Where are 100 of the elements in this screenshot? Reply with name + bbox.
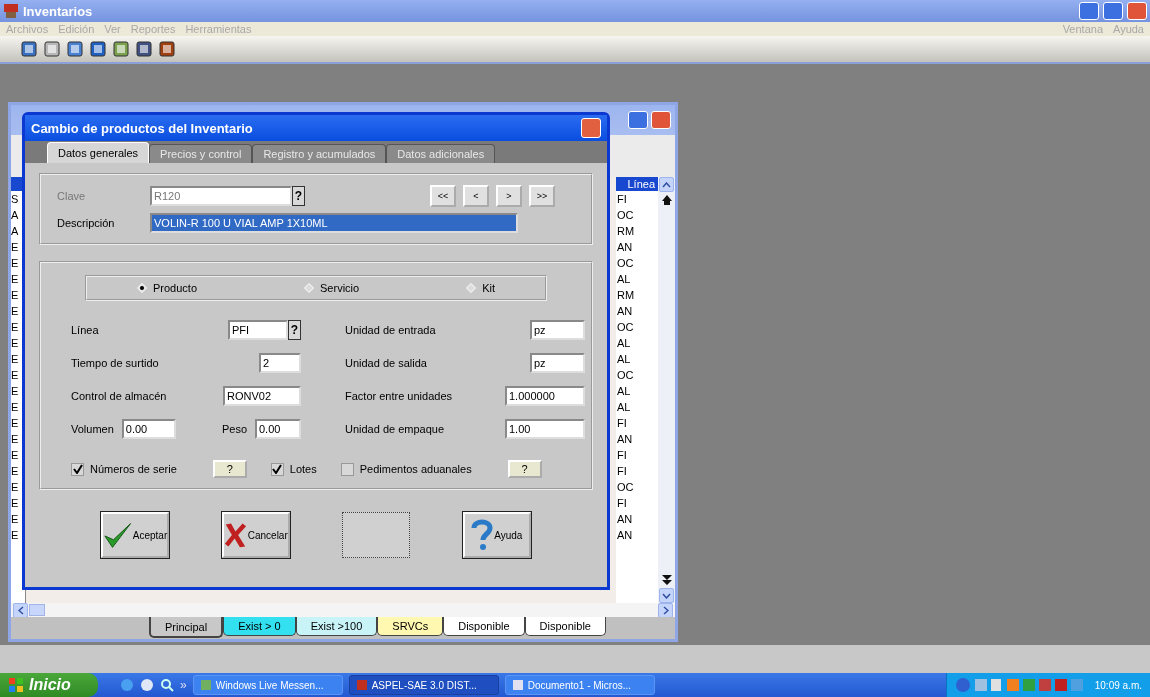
scroll-thumb[interactable] xyxy=(29,604,45,616)
radio-label[interactable]: Kit xyxy=(482,282,495,294)
close-button[interactable] xyxy=(581,118,601,138)
table-cell-text: S xyxy=(11,192,20,207)
input-field[interactable]: pz xyxy=(530,320,585,340)
app-icon xyxy=(355,679,368,691)
question-icon xyxy=(471,519,494,551)
checkbox[interactable] xyxy=(270,462,284,476)
table-cell-text: OC xyxy=(616,368,635,383)
table-cell-text: OC xyxy=(616,256,635,271)
action-button[interactable]: Ayuda xyxy=(462,512,531,558)
nav-button[interactable]: << xyxy=(430,185,456,207)
column-header[interactable]: Línea xyxy=(616,177,658,191)
sheet-tab[interactable]: Disponible xyxy=(524,617,606,636)
field-label: Línea xyxy=(71,324,99,336)
table-cell-text: AN xyxy=(616,512,634,527)
table-cell-text: E xyxy=(11,240,20,255)
input-field[interactable]: VOLIN-R 100 U VIAL AMP 1X10ML xyxy=(150,213,518,233)
scroll-down-button[interactable] xyxy=(659,588,674,603)
table-cell-text: AN xyxy=(616,304,634,319)
table-cell-text: A xyxy=(11,224,20,239)
checkbox-label[interactable]: Pedimentos aduanales xyxy=(359,463,472,475)
input-field[interactable]: 2 xyxy=(259,353,301,373)
nav-button[interactable]: > xyxy=(496,185,522,207)
table-cell-text: E xyxy=(11,256,20,271)
taskbar-button[interactable]: Documento1 - Micros... xyxy=(504,675,655,695)
field-label: Peso xyxy=(221,423,247,435)
table-cell-text: E xyxy=(11,448,20,463)
field-label: Descripción xyxy=(57,217,116,229)
radio-button[interactable] xyxy=(137,283,147,293)
table-cell-text: AL xyxy=(616,352,632,367)
table-cell-text: E xyxy=(11,512,20,527)
field-label: Clave xyxy=(57,190,87,202)
dialog-title: Cambio de productos del Inventario xyxy=(31,120,253,136)
table-cell-text: FI xyxy=(616,192,628,207)
clock: 10:09 a.m. xyxy=(1094,679,1142,691)
table-cell-text: FI xyxy=(616,464,628,479)
nav-button[interactable]: >> xyxy=(529,185,555,207)
scroll-up-button[interactable] xyxy=(659,177,674,192)
close-button[interactable] xyxy=(1127,2,1147,20)
radio-button[interactable] xyxy=(466,283,477,293)
field-label: Control de almacén xyxy=(71,390,167,402)
tray-icons-drawing[interactable] xyxy=(954,677,1085,693)
taskbar-button[interactable]: ASPEL-SAE 3.0 DIST... xyxy=(348,675,499,695)
scroll-bottom-icon[interactable] xyxy=(660,574,673,586)
radio-button[interactable] xyxy=(304,283,315,293)
sheet-tab[interactable]: SRVCs xyxy=(377,617,444,636)
table-cell-text: RM xyxy=(616,224,636,239)
input-field[interactable]: RONV02 xyxy=(223,386,301,406)
sheet-tab[interactable]: Exist > 0 xyxy=(223,617,296,636)
field-label: Tiempo de surtido xyxy=(71,357,159,369)
checkbox[interactable] xyxy=(71,462,84,476)
input-field[interactable]: 0.00 xyxy=(121,419,176,439)
help-button[interactable]: ? xyxy=(212,460,247,478)
table-cell-text: E xyxy=(11,464,20,479)
table-cell-text: E xyxy=(11,432,20,447)
checkbox[interactable] xyxy=(340,462,354,476)
chevron-left-icon xyxy=(17,605,24,615)
lookup-button[interactable]: ? xyxy=(288,320,301,340)
action-button[interactable]: Cancelar xyxy=(221,512,290,558)
sheet-tab[interactable]: Disponible xyxy=(443,617,525,636)
input-field[interactable]: 0.00 xyxy=(255,419,301,439)
action-button[interactable]: Aceptar xyxy=(101,512,170,558)
input-field[interactable]: PFI xyxy=(228,320,288,340)
checkbox-label[interactable]: Números de serie xyxy=(90,463,177,475)
window-title: Inventarios xyxy=(23,3,93,19)
radio-label[interactable]: Servicio xyxy=(320,282,360,294)
sheet-tab[interactable]: Principal xyxy=(149,617,224,638)
close-button[interactable] xyxy=(651,111,671,129)
taskbar-button[interactable]: Windows Live Messen... xyxy=(192,675,343,695)
table-cell-text: OC xyxy=(616,208,635,223)
help-button[interactable]: ? xyxy=(507,460,542,478)
scroll-top-icon[interactable] xyxy=(660,194,673,206)
radio-label[interactable]: Producto xyxy=(153,282,198,294)
table-cell-text: AL xyxy=(616,400,632,415)
input-field[interactable]: pz xyxy=(530,353,585,373)
input-field[interactable]: 1.000000 xyxy=(505,386,585,406)
tab[interactable]: Datos generales xyxy=(47,142,150,163)
table-cell-text: A xyxy=(11,208,20,223)
input-field[interactable]: 1.00 xyxy=(505,419,585,439)
maximize-button[interactable] xyxy=(1103,2,1123,20)
table-cell-text: E xyxy=(11,528,20,543)
app-icon xyxy=(199,679,212,691)
search-icon[interactable] xyxy=(160,678,174,692)
table-cell-text: E xyxy=(11,272,20,287)
more-chevron[interactable]: » xyxy=(180,678,187,692)
table-cell-text: E xyxy=(11,384,20,399)
start-button[interactable]: Inicio xyxy=(0,673,98,697)
field-label: Unidad de empaque xyxy=(345,423,445,435)
table-cell-text: E xyxy=(11,352,20,367)
table-cell-text: E xyxy=(11,368,20,383)
maximize-button[interactable] xyxy=(628,111,648,129)
checkbox-label[interactable]: Lotes xyxy=(289,463,317,475)
minimize-button[interactable] xyxy=(1079,2,1099,20)
nav-button[interactable]: < xyxy=(463,185,489,207)
sheet-tab[interactable]: Exist >100 xyxy=(295,617,378,636)
chevron-right-icon xyxy=(662,605,669,615)
app-icon xyxy=(3,3,19,19)
field-label: Volumen xyxy=(71,423,114,435)
table-cell-text: AN xyxy=(616,528,634,543)
